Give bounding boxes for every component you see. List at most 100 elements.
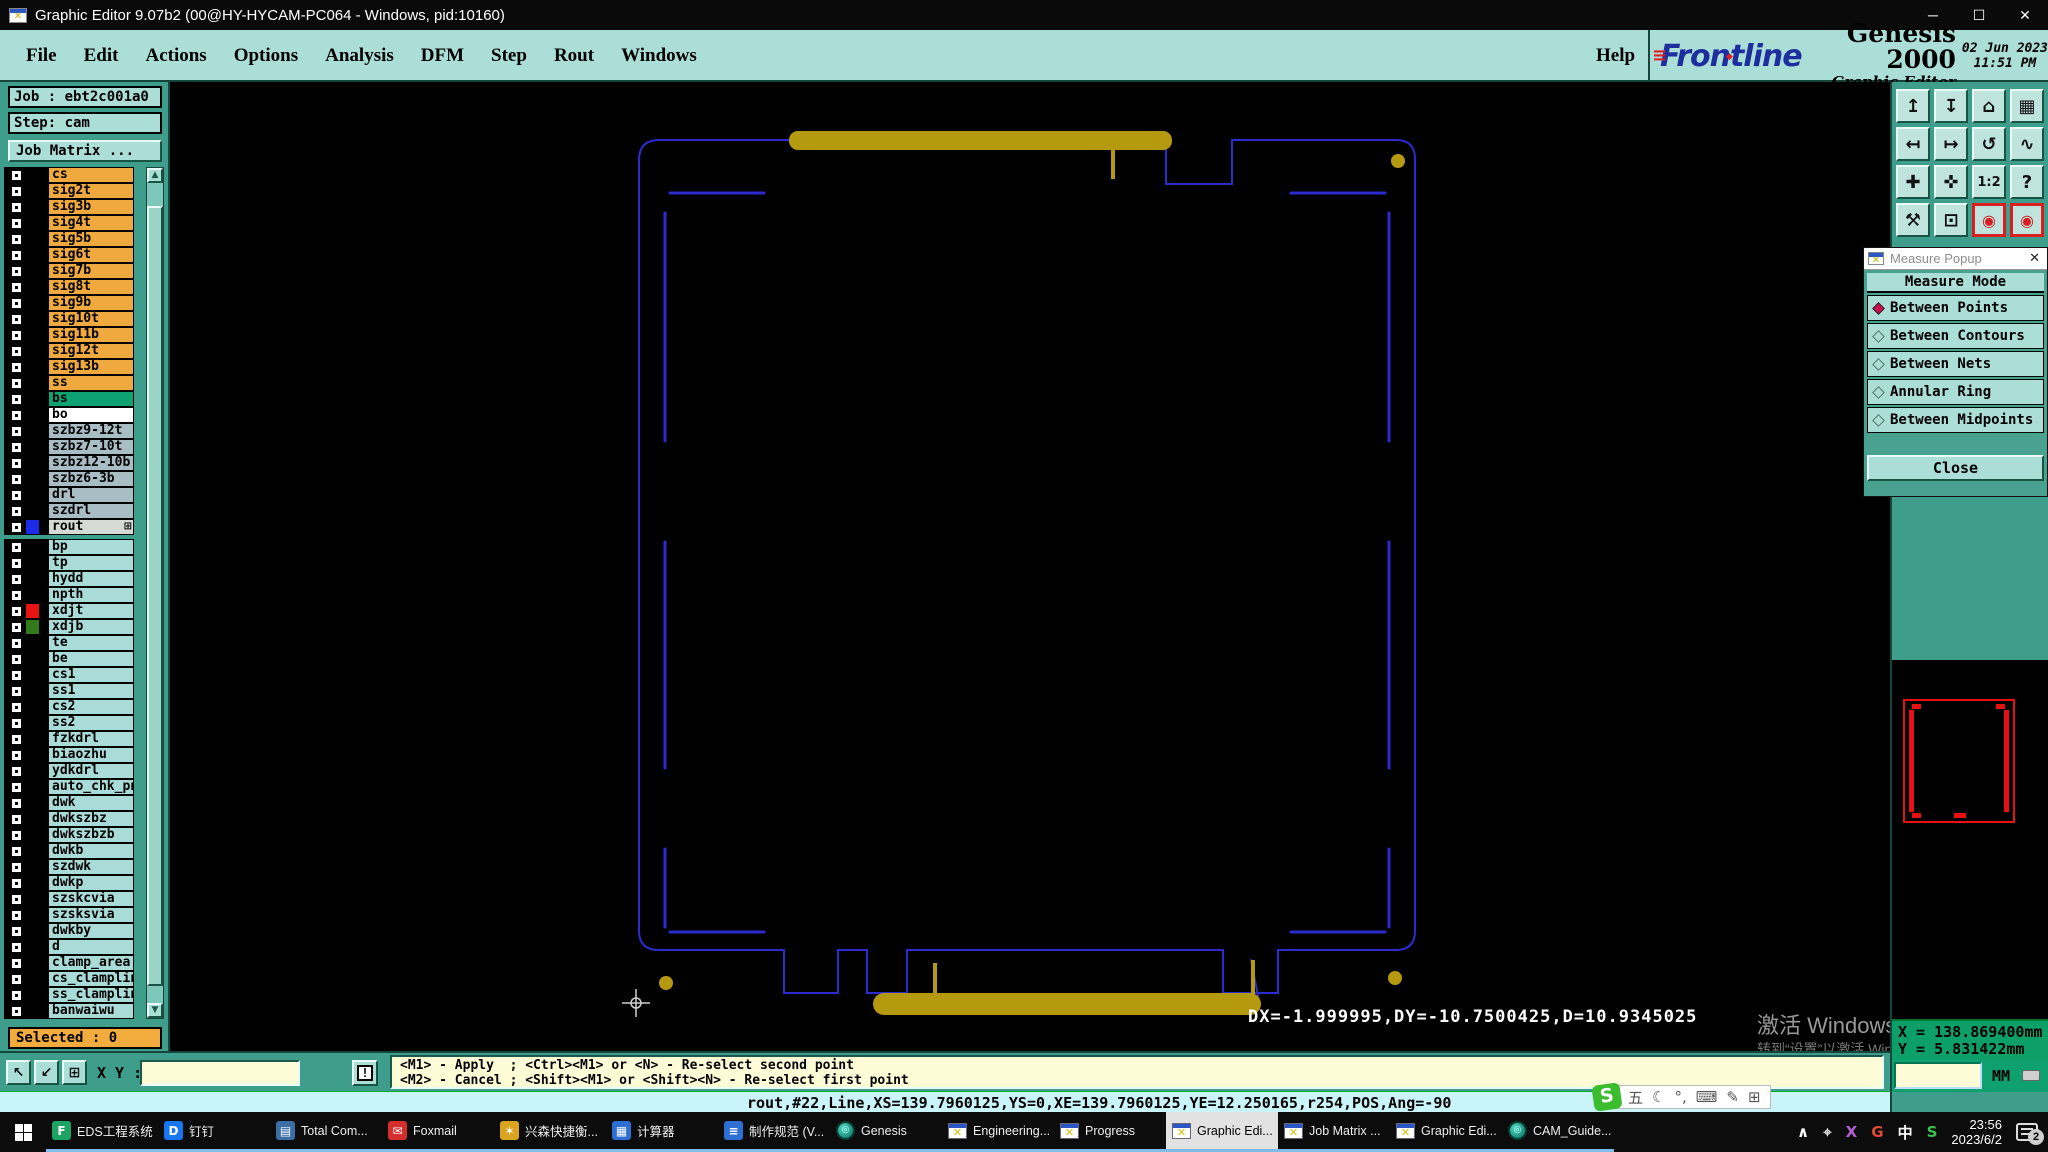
layer-row-szskcvia[interactable]: szskcvia [4,891,144,907]
layer-row-ss1[interactable]: ss1 [4,683,144,699]
layer-checkbox[interactable] [12,522,21,532]
layer-checkbox[interactable] [12,942,21,952]
paste-down-icon[interactable]: ↧ [1934,89,1968,123]
layer-name[interactable]: sig3b [48,199,134,215]
layer-checkbox[interactable] [12,346,21,356]
xy-input[interactable] [140,1060,300,1086]
layer-checkbox[interactable] [12,234,21,244]
menu-options[interactable]: Options [234,45,298,67]
layer-name[interactable]: dwkp [48,875,134,891]
layer-name[interactable]: sig9b [48,295,134,311]
layer-row-szdwk[interactable]: szdwk [4,859,144,875]
units-input[interactable] [1894,1062,1982,1089]
layer-checkbox[interactable] [12,202,21,212]
layer-name[interactable]: sig11b [48,327,134,343]
layer-name[interactable]: szskcvia [48,891,134,907]
radio-diamond-icon[interactable] [1872,385,1885,399]
grid-toggle-icon[interactable]: ⊞ [62,1060,87,1085]
layer-row-d[interactable]: d [4,939,144,955]
paste-up-icon[interactable]: ↥ [1896,89,1930,123]
taskbar-item[interactable]: Engineering... [942,1112,1054,1152]
layer-name[interactable]: szdrl [48,503,134,519]
layer-row-sig7b[interactable]: sig7b [4,263,144,279]
night-mode-icon[interactable]: ☾ [1652,1088,1665,1106]
ime-zh-icon[interactable]: 中 [1898,1122,1913,1143]
layer-row-sig4t[interactable]: sig4t [4,215,144,231]
layer-color-swatch[interactable] [26,620,39,634]
layer-row-szsksvia[interactable]: szsksvia [4,907,144,923]
layer-row-ydkdrl[interactable]: ydkdrl [4,763,144,779]
taskbar-item[interactable]: Graphic Edi... [1390,1112,1502,1152]
measure-option-between-midpoints[interactable]: Between Midpoints [1867,407,2044,433]
sogou-ime-bar[interactable]: S 五 ☾ °, ⌨ ✎ ⊞ [1591,1082,1771,1112]
layer-row-szbz6-3b[interactable]: szbz6-3b [4,471,144,487]
layer-name[interactable]: te [48,635,134,651]
layer-name[interactable]: bp [48,539,134,555]
taskbar-item[interactable]: F EDS工程系统 [46,1112,158,1152]
units-button[interactable]: MM [1992,1067,2010,1085]
layer-name[interactable]: szsksvia [48,907,134,923]
layer-name[interactable]: npth [48,587,134,603]
zoom-fit-icon[interactable]: ✚ [1896,165,1930,199]
layer-name[interactable]: ss1 [48,683,134,699]
handwriting-icon[interactable]: ✎ [1726,1088,1739,1106]
layer-row-sig6t[interactable]: sig6t [4,247,144,263]
layer-checkbox[interactable] [12,378,21,388]
taskbar-item[interactable]: ✶ 兴森快捷衡... [494,1112,606,1152]
mouse-icon[interactable]: ⌖ [1823,1123,1831,1141]
menu-dfm[interactable]: DFM [421,45,464,67]
layer-name[interactable]: ydkdrl [48,763,134,779]
layer-row-szbz9-12t[interactable]: szbz9-12t [4,423,144,439]
taskbar-item[interactable]: ✉ Foxmail [382,1112,494,1152]
taskbar-item[interactable]: ◎ CAM_Guide... [1502,1112,1614,1152]
layer-checkbox[interactable] [12,862,21,872]
layer-row-ss2[interactable]: ss2 [4,715,144,731]
layer-checkbox[interactable] [12,362,21,372]
layer-checkbox[interactable] [12,910,21,920]
taskbar-clock[interactable]: 23:56 2023/6/2 [1951,1117,2002,1147]
layer-checkbox[interactable] [12,282,21,292]
layer-checkbox[interactable] [12,542,21,552]
layer-checkbox[interactable] [12,1006,21,1016]
layer-row-dwkby[interactable]: dwkby [4,923,144,939]
menu-windows[interactable]: Windows [621,45,697,67]
radio-diamond-icon[interactable] [1872,329,1885,343]
pan-icon[interactable]: ✜ [1934,165,1968,199]
layer-row-fzkdrl[interactable]: fzkdrl [4,731,144,747]
layer-row-tp[interactable]: tp [4,555,144,571]
shift-left-icon[interactable]: ↤ [1896,127,1930,161]
layer-name[interactable]: szdwk [48,859,134,875]
xy-panes-icon[interactable]: ▦ [2010,89,2044,123]
layer-name[interactable]: xdjt [48,603,134,619]
layer-row-dwk[interactable]: dwk [4,795,144,811]
layer-name[interactable]: szbz9-12t [48,423,134,439]
layer-name[interactable]: tp [48,555,134,571]
measure-option-between-contours[interactable]: Between Contours [1867,323,2044,349]
scroll-down-icon[interactable]: ▼ [147,1003,163,1018]
layer-checkbox[interactable] [12,474,21,484]
menu-step[interactable]: Step [491,45,527,67]
layer-checkbox[interactable] [12,830,21,840]
board-overview-thumbnail[interactable] [1892,660,2048,1019]
layer-name[interactable]: be [48,651,134,667]
layer-name[interactable]: cs_clampline [48,971,134,987]
layer-row-dwkszbz[interactable]: dwkszbz [4,811,144,827]
help-icon[interactable]: ? [2010,165,2044,199]
layer-checkbox[interactable] [12,894,21,904]
layer-name[interactable]: auto_chk_pnl [48,779,134,795]
layer-name[interactable]: sig8t [48,279,134,295]
taskbar-item[interactable]: Job Matrix ... [1278,1112,1390,1152]
layer-checkbox[interactable] [12,266,21,276]
layer-name[interactable]: biaozhu [48,747,134,763]
layer-name[interactable]: xdjb [48,619,134,635]
layer-row-bp[interactable]: bp [4,539,144,555]
layer-checkbox[interactable] [12,314,21,324]
taskbar-item[interactable]: D 钉钉 [158,1112,270,1152]
layer-checkbox[interactable] [12,782,21,792]
layer-checkbox[interactable] [12,250,21,260]
menu-edit[interactable]: Edit [84,45,119,67]
prompt-warning-button[interactable]: ! [352,1060,378,1086]
layer-row-ss[interactable]: ss [4,375,144,391]
foxmail-tray-icon[interactable]: G [1871,1123,1883,1141]
graphic-canvas[interactable]: DX=-1.999995,DY=-10.7500425,D=10.9345025… [170,82,1890,1051]
